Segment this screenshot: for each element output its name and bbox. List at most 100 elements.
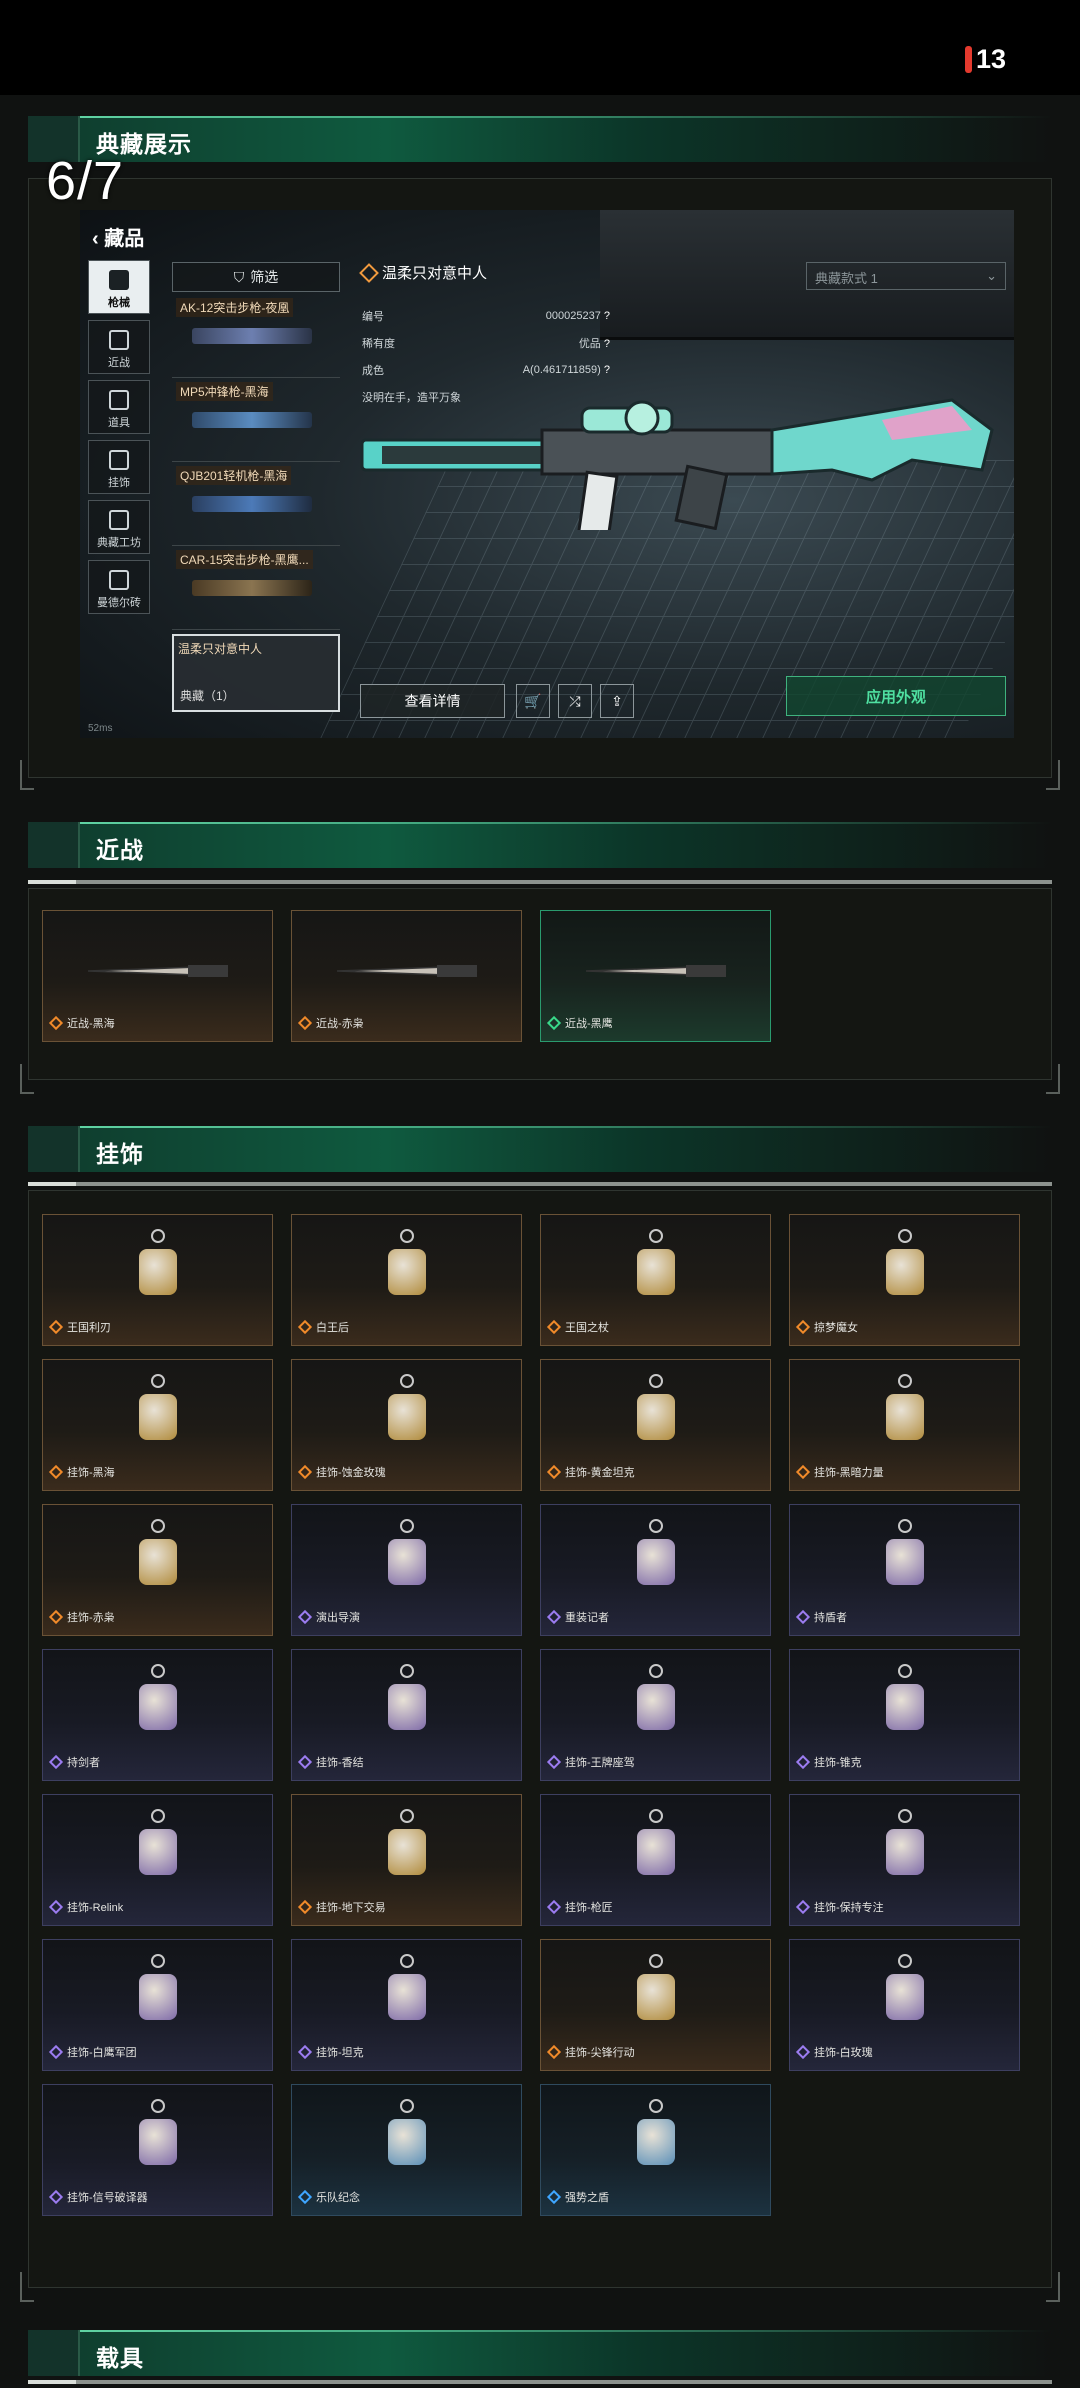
game-screenshot: ‹ 藏品 枪械 近战 道具 挂饰 典藏工坊 曼德尔砖 ⛉ 筛选 AK-12突击步枪… [80,210,1014,738]
charm-icon [875,1664,935,1740]
charm-card[interactable]: 挂饰-地下交易 [291,1794,522,1926]
weapon-item[interactable]: AK-12突击步枪-夜凰 [172,298,340,378]
charm-card[interactable]: 王国利刃 [42,1214,273,1346]
rarity-icon [48,1015,64,1031]
charm-card[interactable]: 挂饰-保持专注 [789,1794,1020,1926]
category-workshop[interactable]: 典藏工坊 [88,500,150,554]
selected-weapon-card[interactable]: 温柔只对意中人 典藏（1） [172,634,340,712]
back-button[interactable]: ‹ 藏品 [92,222,144,251]
rarity-icon [48,1464,64,1480]
rifle-model [360,398,994,530]
charm-card[interactable]: 挂饰-信号破译器 [42,2084,273,2216]
charm-card[interactable]: 挂饰-赤枭 [42,1504,273,1636]
charm-icon [626,1954,686,2030]
weapon-item[interactable]: MP5冲锋枪-黑海 [172,382,340,462]
charm-card[interactable]: 挂饰-白鹰军团 [42,1939,273,2071]
melee-card[interactable]: 近战-黑海 [42,910,273,1042]
charm-icon [875,1519,935,1595]
category-guns[interactable]: 枪械 [88,260,150,314]
rarity-icon [795,1609,811,1625]
weapon-item[interactable]: QJB201轻机枪-黑海 [172,466,340,546]
status-bar: 13 [0,0,1080,95]
charm-label: 掠梦魔女 [814,1322,858,1334]
battery-icon [964,46,972,73]
charm-label: 挂饰-锥克 [814,1757,862,1769]
charm-card[interactable]: 乐队纪念 [291,2084,522,2216]
share-icon[interactable]: ⇪ [600,684,634,718]
rarity-icon [546,2044,562,2060]
view-details-button[interactable]: 查看详情 [360,684,505,718]
charm-card[interactable]: 强势之盾 [540,2084,771,2216]
rarity-icon [546,1754,562,1770]
filter-button[interactable]: ⛉ 筛选 [172,262,340,292]
category-column: 枪械 近战 道具 挂饰 典藏工坊 曼德尔砖 [88,260,158,620]
charm-card[interactable]: 挂饰-黄金坦克 [540,1359,771,1491]
charm-card[interactable]: 挂饰-香结 [291,1649,522,1781]
category-charms[interactable]: 挂饰 [88,440,150,494]
knife-icon [109,330,129,350]
charm-icon [128,1954,188,2030]
charm-icon [377,1374,437,1450]
battery-indicator: 13 [964,44,1006,75]
category-props[interactable]: 道具 [88,380,150,434]
charm-label: 挂饰-Relink [67,1902,124,1914]
section-title: 挂饰 [96,1141,144,1167]
charm-card[interactable]: 持盾者 [789,1504,1020,1636]
charm-card[interactable]: 掠梦魔女 [789,1214,1020,1346]
charm-card[interactable]: 挂饰-枪匠 [540,1794,771,1926]
rarity-icon [48,1899,64,1915]
rarity-icon [795,1319,811,1335]
props-icon [109,390,129,410]
rarity-icon [546,1319,562,1335]
shuffle-icon[interactable]: ⤮ [558,684,592,718]
weapon-list: AK-12突击步枪-夜凰 MP5冲锋枪-黑海 QJB201轻机枪-黑海 CAR-… [172,298,340,634]
apply-skin-button[interactable]: 应用外观 [786,676,1006,716]
charm-icon [128,1374,188,1450]
skin-style-dropdown[interactable]: 典藏款式 1 ⌄ [806,262,1006,290]
charm-icon [875,1954,935,2030]
charm-label: 王国之杖 [565,1322,609,1334]
charm-card[interactable]: 挂饰-王牌座驾 [540,1649,771,1781]
charm-card[interactable]: 挂饰-黑海 [42,1359,273,1491]
rarity-icon [297,1464,313,1480]
charm-card[interactable]: 挂饰-坦克 [291,1939,522,2071]
charm-card[interactable]: 王国之杖 [540,1214,771,1346]
melee-card[interactable]: 近战-赤枭 [291,910,522,1042]
charm-card[interactable]: 演出导演 [291,1504,522,1636]
latency-readout: 52ms [88,723,113,734]
melee-label: 近战-黑海 [67,1018,115,1030]
charm-card[interactable]: 挂饰-尖锋行动 [540,1939,771,2071]
category-melee[interactable]: 近战 [88,320,150,374]
weapon-item[interactable]: CAR-15突击步枪-黑鹰... [172,550,340,630]
filter-icon: ⛉ [233,268,245,285]
charm-card[interactable]: 挂饰-黑暗力量 [789,1359,1020,1491]
help-icon: ? [603,309,610,322]
charm-card[interactable]: 白王后 [291,1214,522,1346]
charm-icon [377,1519,437,1595]
category-mandel[interactable]: 曼德尔砖 [88,560,150,614]
charm-icon [377,1809,437,1885]
charm-icon [626,1664,686,1740]
charm-card[interactable]: 挂饰-白玫瑰 [789,1939,1020,2071]
charm-label: 挂饰-白玫瑰 [814,2047,873,2059]
charm-card[interactable]: 持剑者 [42,1649,273,1781]
rarity-icon [795,2044,811,2060]
charm-card[interactable]: 重装记者 [540,1504,771,1636]
gun-icon [109,270,129,290]
melee-card[interactable]: 近战-黑鹰 [540,910,771,1042]
charm-label: 挂饰-王牌座驾 [565,1757,635,1769]
section-title: 近战 [96,837,144,863]
charm-card[interactable]: 挂饰-蚀金玫瑰 [291,1359,522,1491]
charm-label: 持剑者 [67,1757,100,1769]
rarity-icon [795,1464,811,1480]
melee-icon [78,951,238,991]
battery-level: 13 [975,44,1006,74]
charm-card[interactable]: 挂饰-Relink [42,1794,273,1926]
section-header-charms: 挂饰 [28,1126,1052,1172]
charm-label: 挂饰-赤枭 [67,1612,115,1624]
chevron-down-icon: ⌄ [986,268,997,283]
rarity-icon [297,2189,313,2205]
cart-icon[interactable]: 🛒 [516,684,550,718]
charm-card[interactable]: 挂饰-锥克 [789,1649,1020,1781]
charm-label: 挂饰-地下交易 [316,1902,386,1914]
